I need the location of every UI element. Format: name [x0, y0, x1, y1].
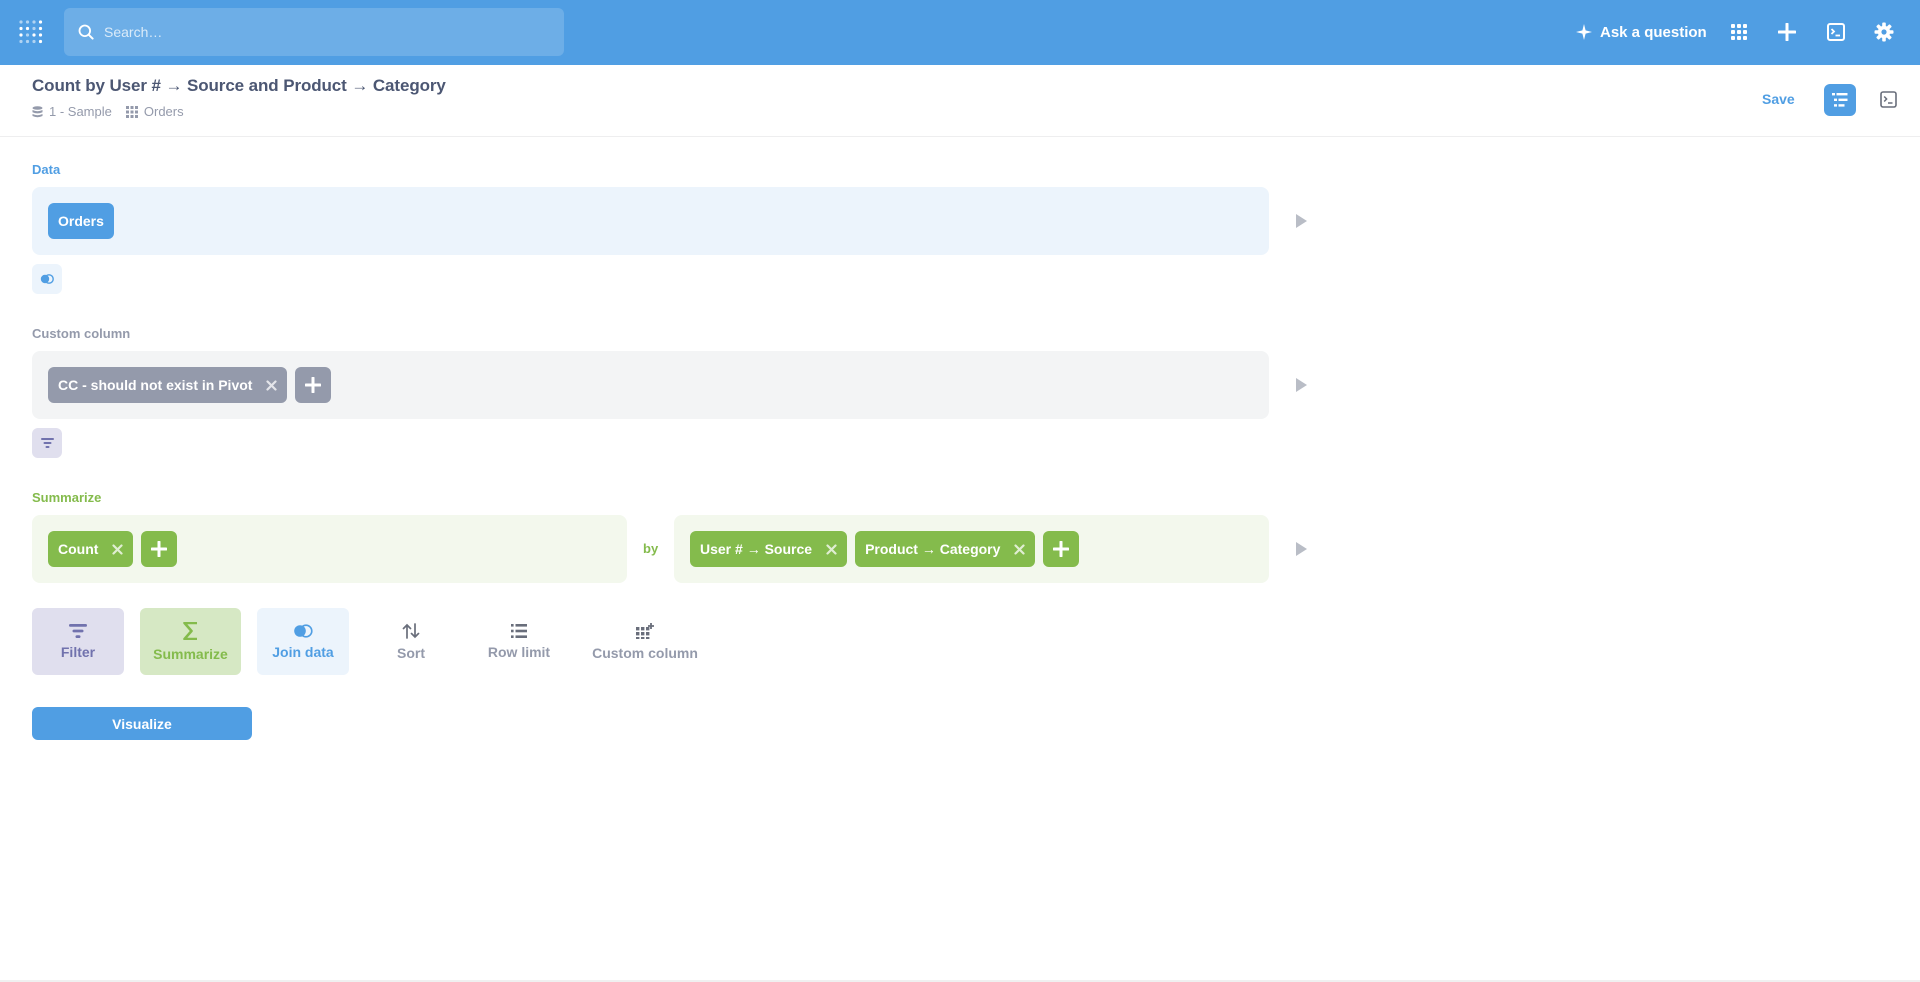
join-data-action-label: Join data: [272, 643, 334, 660]
database-icon: [32, 105, 43, 117]
visualize-button[interactable]: Visualize: [32, 707, 252, 740]
gear-icon: [1874, 22, 1894, 42]
remove-breakout-icon[interactable]: [826, 543, 837, 555]
notebook-icon: [1832, 93, 1848, 107]
sql-editor-button[interactable]: [1824, 20, 1848, 44]
metabase-logo-icon[interactable]: [18, 19, 46, 45]
custom-column-step-box: CC - should not exist in Pivot: [32, 351, 1269, 419]
filter-mini-button[interactable]: [32, 428, 62, 458]
filter-action-label: Filter: [60, 643, 96, 660]
remove-breakout-icon[interactable]: [1014, 543, 1026, 555]
sql-icon: [1827, 23, 1845, 41]
breakout-pill-label: Product → Category: [865, 541, 1001, 557]
ask-question-button[interactable]: Ask a question: [1576, 19, 1707, 45]
summarize-metrics-box: Count: [32, 515, 627, 583]
add-custom-column-button[interactable]: [295, 367, 332, 403]
database-name: 1 - Sample: [49, 104, 112, 119]
page-title[interactable]: Count by User # → Source and Product → C…: [32, 76, 446, 96]
play-icon: [1296, 542, 1307, 556]
sort-action-label: Sort: [397, 644, 425, 661]
data-step-box: Orders: [32, 187, 1269, 255]
browse-data-button[interactable]: [1727, 20, 1751, 44]
table-icon: [125, 105, 138, 118]
row-limit-action-button[interactable]: Row limit: [473, 608, 565, 675]
top-navbar: Ask a question: [0, 0, 1920, 65]
breadcrumb-table[interactable]: Orders: [125, 104, 184, 119]
custom-column-step-label: Custom column: [32, 326, 131, 341]
data-step-label: Data: [32, 162, 61, 177]
data-source-pill[interactable]: Orders: [48, 203, 114, 239]
summarize-by-label: by: [643, 541, 659, 556]
notebook-toggle-button[interactable]: [1824, 84, 1856, 116]
sigma-icon: [183, 621, 197, 640]
table-name: Orders: [143, 104, 184, 119]
add-breakout-button[interactable]: [1043, 531, 1080, 567]
join-data-mini-button[interactable]: [32, 264, 62, 294]
plus-icon: [1778, 23, 1796, 41]
play-icon: [1296, 378, 1307, 392]
sort-action-button[interactable]: Sort: [365, 608, 457, 675]
view-sql-button[interactable]: [1878, 89, 1898, 109]
new-button[interactable]: [1775, 20, 1799, 44]
filter-icon: [69, 623, 87, 638]
sort-icon: [402, 622, 420, 639]
sparkle-icon: [1576, 24, 1592, 40]
summarize-breakouts-box: User # → Source Product → Category: [674, 515, 1269, 583]
row-limit-action-label: Row limit: [487, 643, 551, 660]
ask-question-label: Ask a question: [1600, 23, 1707, 41]
filter-icon: [40, 438, 54, 448]
breadcrumb: 1 - Sample Orders: [32, 104, 198, 119]
summarize-action-button[interactable]: Summarize: [140, 608, 241, 675]
plus-icon: [305, 377, 322, 393]
custom-column-step-preview-button[interactable]: [1294, 378, 1308, 392]
custom-column-action-button[interactable]: Custom column: [581, 608, 709, 675]
search-bar[interactable]: [64, 8, 564, 56]
search-icon: [78, 24, 94, 40]
save-button[interactable]: Save: [1762, 91, 1795, 107]
metric-pill-label: Count: [58, 541, 99, 557]
play-icon: [1296, 214, 1307, 228]
custom-column-pill[interactable]: CC - should not exist in Pivot: [48, 367, 288, 403]
grid-icon: [1731, 24, 1747, 40]
add-column-icon: [636, 622, 654, 639]
join-icon: [294, 623, 313, 638]
summarize-step-preview-button[interactable]: [1294, 542, 1308, 556]
filter-action-button[interactable]: Filter: [32, 608, 124, 675]
search-input[interactable]: [104, 24, 544, 40]
sql-preview-icon: [1879, 90, 1897, 108]
custom-column-pill-label: CC - should not exist in Pivot: [58, 377, 253, 393]
breakout-pill-label: User # → Source: [700, 541, 813, 557]
settings-button[interactable]: [1872, 20, 1896, 44]
list-icon: [511, 623, 527, 638]
breakout-pill-user-source[interactable]: User # → Source: [690, 531, 848, 567]
data-step-preview-button[interactable]: [1294, 214, 1308, 228]
remove-metric-icon[interactable]: [112, 543, 124, 555]
metric-pill-count[interactable]: Count: [48, 531, 134, 567]
join-data-action-button[interactable]: Join data: [257, 608, 349, 675]
summarize-step-label: Summarize: [32, 490, 102, 505]
question-header: Count by User # → Source and Product → C…: [0, 65, 1920, 137]
join-icon: [40, 274, 54, 284]
plus-icon: [1053, 541, 1070, 557]
summarize-action-label: Summarize: [153, 645, 228, 662]
add-metric-button[interactable]: [141, 531, 178, 567]
custom-column-action-label: Custom column: [592, 644, 698, 661]
breakout-pill-product-category[interactable]: Product → Category: [855, 531, 1036, 567]
remove-custom-column-icon[interactable]: [266, 379, 278, 391]
plus-icon: [151, 541, 168, 557]
breadcrumb-database[interactable]: 1 - Sample: [32, 104, 112, 119]
